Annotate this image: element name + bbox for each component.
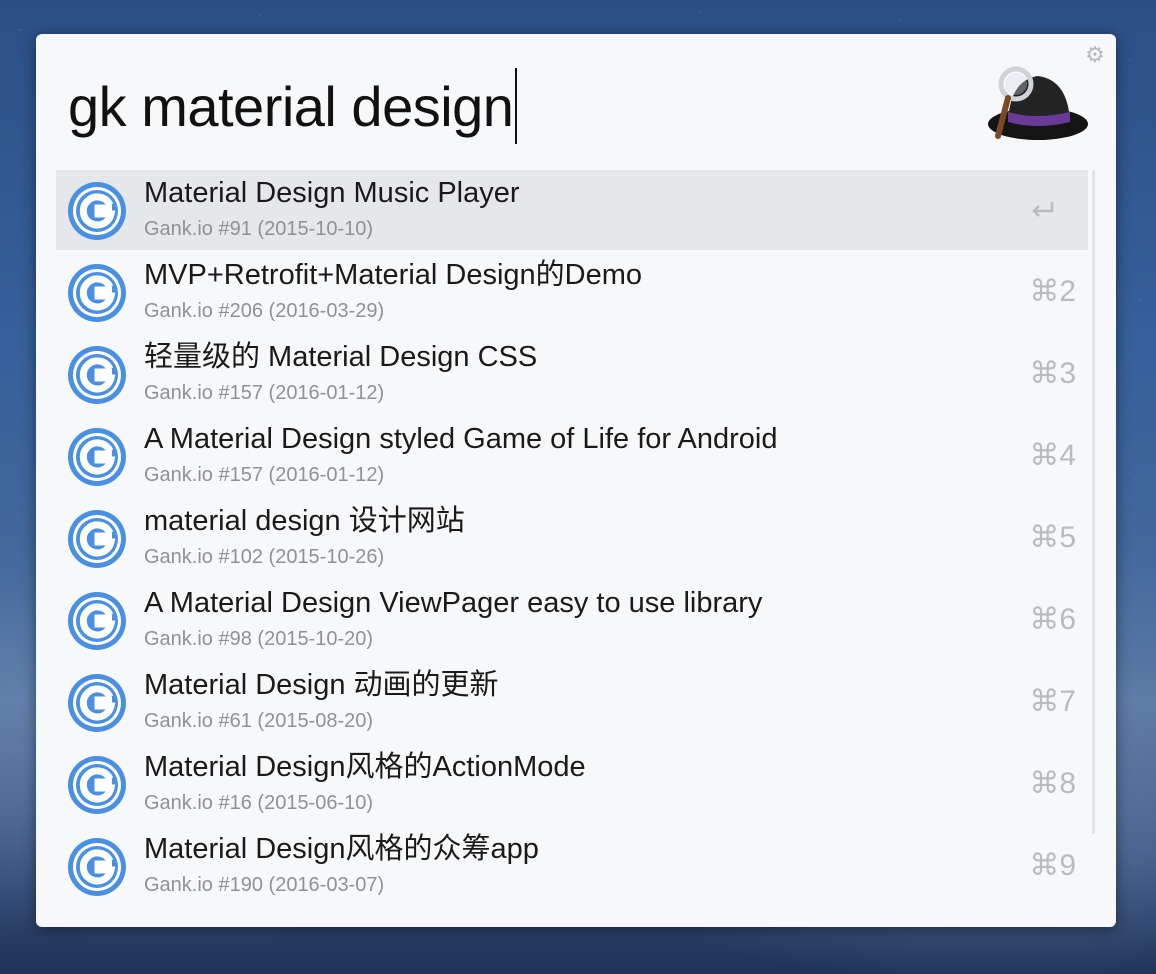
result-row[interactable]: MVP+Retrofit+Material Design的Demo Gank.i…	[56, 252, 1088, 334]
alfred-hat-logo	[988, 66, 1088, 140]
result-title: MVP+Retrofit+Material Design的Demo	[144, 259, 643, 291]
gank-g-icon	[68, 674, 126, 732]
result-title: material design 设计网站	[144, 505, 465, 537]
return-icon	[1032, 202, 1054, 217]
result-shortcut: ⌘3	[1029, 357, 1076, 390]
result-title: Material Design 动画的更新	[144, 669, 499, 701]
result-row[interactable]: Material Design风格的众筹app Gank.io #190 (20…	[56, 826, 1088, 908]
result-title: Material Design Music Player	[144, 177, 520, 209]
gank-g-icon	[68, 838, 126, 896]
result-row[interactable]: Material Design 动画的更新 Gank.io #61 (2015-…	[56, 662, 1088, 744]
gank-g-icon	[68, 182, 126, 240]
result-shortcut: ⌘4	[1029, 439, 1076, 472]
result-subtitle: Gank.io #157 (2016-01-12)	[144, 382, 385, 404]
result-title: Material Design风格的众筹app	[144, 833, 539, 865]
alfred-window: gk material design ⚙ Material Design Mus…	[36, 34, 1116, 927]
search-input[interactable]: gk material design	[68, 68, 518, 144]
result-subtitle: Gank.io #98 (2015-10-20)	[144, 628, 374, 650]
gank-g-icon	[68, 756, 126, 814]
result-row[interactable]: A Material Design ViewPager easy to use …	[56, 580, 1088, 662]
result-row[interactable]: 轻量级的 Material Design CSS Gank.io #157 (2…	[56, 334, 1088, 416]
gank-g-icon	[68, 510, 126, 568]
gank-g-icon	[68, 592, 126, 650]
result-title: A Material Design ViewPager easy to use …	[144, 587, 763, 619]
result-row[interactable]: material design 设计网站 Gank.io #102 (2015-…	[56, 498, 1088, 580]
result-title: 轻量级的 Material Design CSS	[144, 341, 538, 373]
result-subtitle: Gank.io #190 (2016-03-07)	[144, 874, 385, 896]
result-subtitle: Gank.io #157 (2016-01-12)	[144, 464, 385, 486]
gank-g-icon	[68, 346, 126, 404]
result-subtitle: Gank.io #61 (2015-08-20)	[144, 710, 374, 732]
search-query-text: gk material design	[68, 74, 514, 138]
result-row[interactable]: A Material Design styled Game of Life fo…	[56, 416, 1088, 498]
result-shortcut: ⌘2	[1029, 275, 1076, 308]
gank-g-icon	[68, 264, 126, 322]
result-row[interactable]: Material Design风格的ActionMode Gank.io #16…	[56, 744, 1088, 826]
result-subtitle: Gank.io #206 (2016-03-29)	[144, 300, 385, 322]
scrollbar[interactable]	[1092, 170, 1095, 834]
result-shortcut: ⌘8	[1029, 767, 1076, 800]
result-shortcut: ⌘9	[1029, 849, 1076, 882]
result-shortcut: ⌘5	[1029, 521, 1076, 554]
text-caret	[515, 68, 518, 144]
results-list: Material Design Music Player Gank.io #91…	[56, 170, 1088, 908]
result-subtitle: Gank.io #16 (2015-06-10)	[144, 792, 374, 814]
result-title: A Material Design styled Game of Life fo…	[144, 423, 778, 455]
gank-g-icon	[68, 428, 126, 486]
result-shortcut: ⌘7	[1029, 685, 1076, 718]
result-title: Material Design风格的ActionMode	[144, 751, 586, 783]
result-shortcut: ⌘6	[1029, 603, 1076, 636]
result-subtitle: Gank.io #102 (2015-10-26)	[144, 546, 385, 568]
result-row[interactable]: Material Design Music Player Gank.io #91…	[56, 170, 1088, 250]
result-subtitle: Gank.io #91 (2015-10-10)	[144, 218, 374, 240]
